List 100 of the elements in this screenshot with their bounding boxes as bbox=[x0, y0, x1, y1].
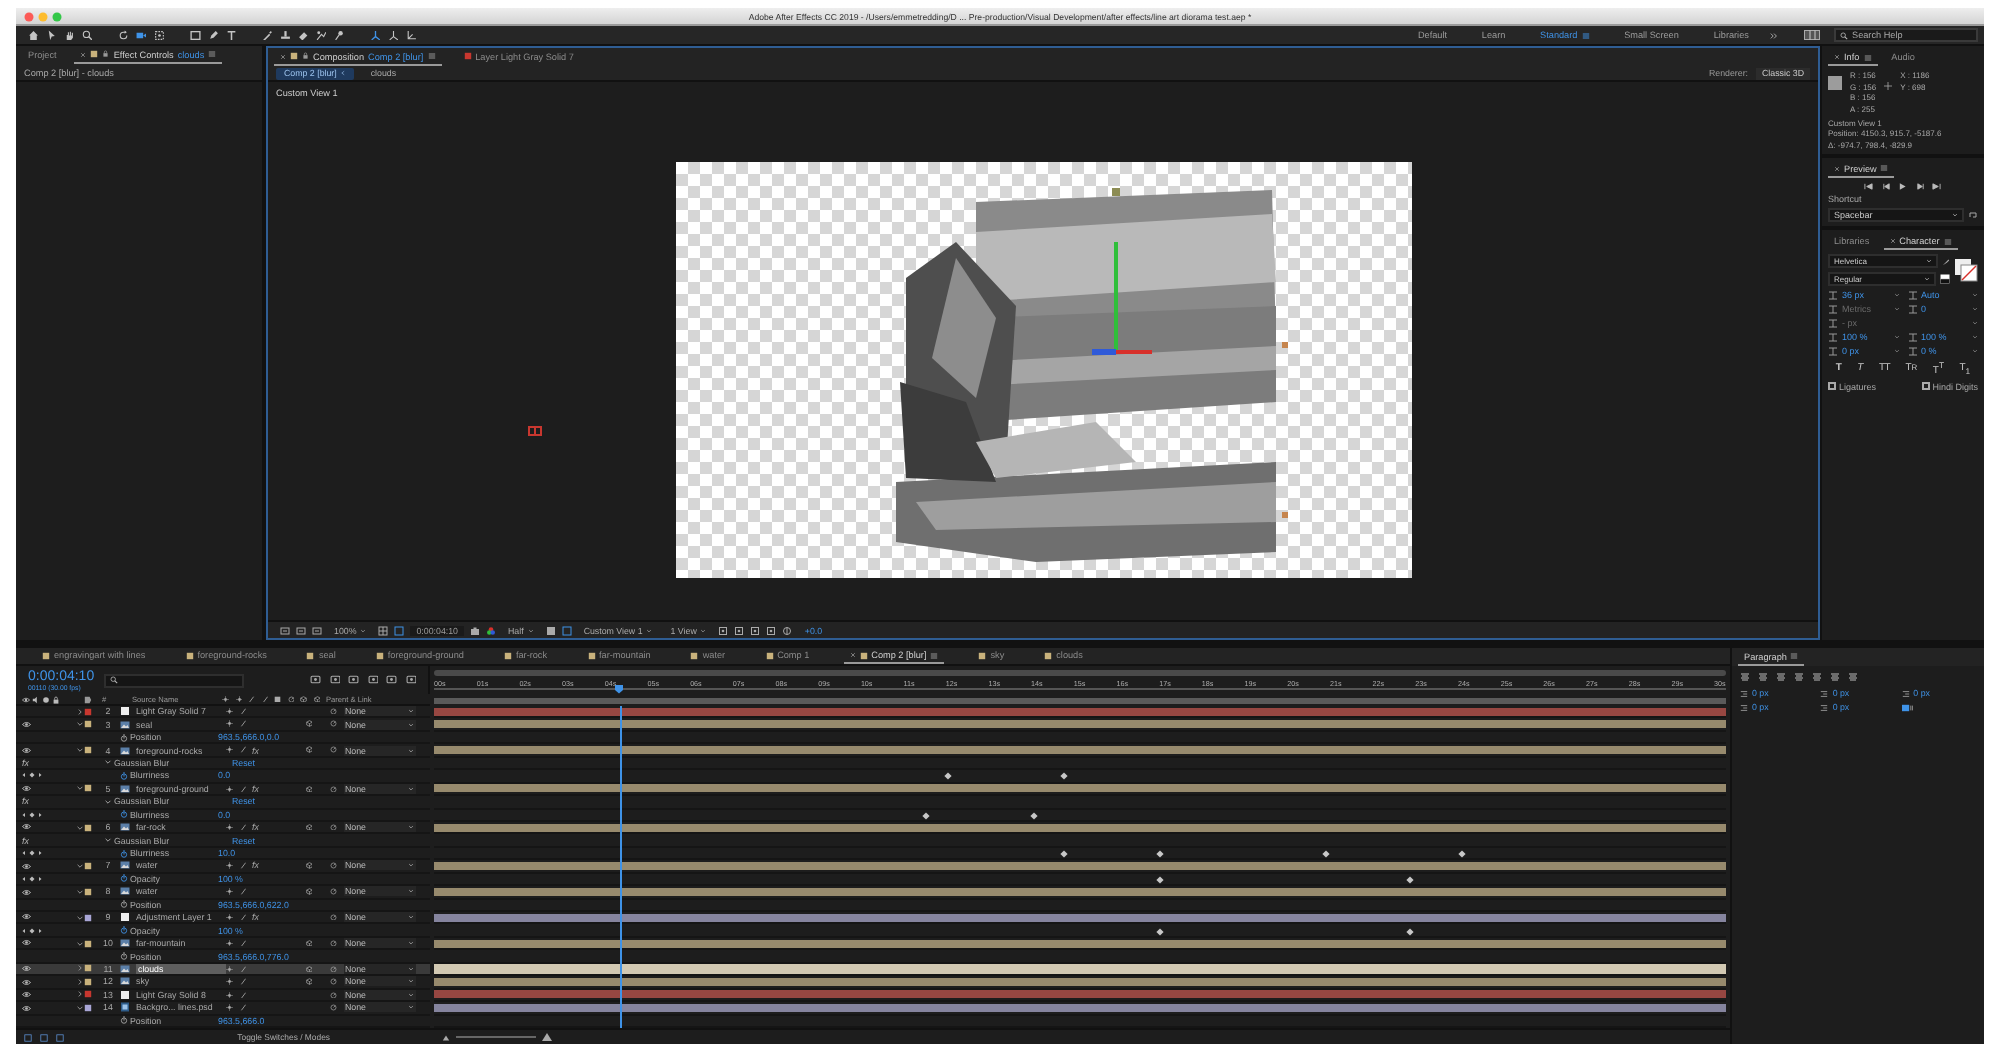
close-icon[interactable] bbox=[1834, 165, 1840, 171]
pick-whip-icon[interactable] bbox=[330, 978, 337, 986]
close-button[interactable] bbox=[24, 11, 34, 21]
quality-switch-icon[interactable] bbox=[239, 888, 246, 896]
eye-icon[interactable] bbox=[22, 784, 31, 794]
quality-switch-icon[interactable] bbox=[239, 939, 246, 947]
stopwatch-icon[interactable] bbox=[120, 810, 128, 819]
quality-switch-icon[interactable] bbox=[239, 785, 246, 793]
pan-behind-icon[interactable] bbox=[153, 29, 165, 41]
checkbox[interactable] bbox=[1921, 382, 1930, 391]
layer-duration-bar[interactable] bbox=[434, 861, 1726, 870]
keyframe-navigator-icon[interactable] bbox=[22, 873, 42, 884]
eye-icon[interactable] bbox=[22, 912, 31, 922]
align-icon[interactable] bbox=[1740, 672, 1750, 682]
eye-icon[interactable] bbox=[22, 977, 31, 987]
3d-layer-icon[interactable] bbox=[305, 823, 312, 831]
stamp-icon[interactable] bbox=[279, 29, 291, 41]
pick-whip-icon[interactable] bbox=[330, 720, 337, 728]
3d-layer-icon[interactable] bbox=[305, 862, 312, 870]
zoom-out-icon[interactable] bbox=[442, 1033, 450, 1041]
close-icon[interactable] bbox=[280, 53, 286, 59]
color-swatches-icon[interactable] bbox=[1954, 258, 1978, 282]
close-icon[interactable] bbox=[1889, 238, 1896, 244]
keyframe-navigator-icon[interactable] bbox=[22, 809, 42, 820]
direction-icon[interactable] bbox=[1901, 703, 1918, 711]
checkbox[interactable] bbox=[1828, 382, 1836, 391]
axis-icon[interactable] bbox=[405, 29, 417, 41]
keyframe-navigator-icon[interactable] bbox=[22, 770, 42, 781]
3d-layer-icon[interactable] bbox=[305, 978, 312, 986]
pick-whip-icon[interactable] bbox=[330, 746, 337, 754]
quality-switch-icon[interactable] bbox=[239, 823, 246, 831]
shy-switch-icon[interactable] bbox=[226, 823, 233, 831]
stopwatch-icon[interactable] bbox=[120, 952, 128, 961]
home-icon[interactable] bbox=[28, 29, 39, 41]
layer-duration-bar[interactable] bbox=[434, 887, 1726, 896]
align-icon[interactable] bbox=[1776, 672, 1786, 682]
pick-whip-icon[interactable] bbox=[330, 823, 337, 831]
eye-icon[interactable] bbox=[22, 990, 31, 1000]
pick-whip-icon[interactable] bbox=[330, 707, 337, 715]
shy-switch-icon[interactable] bbox=[226, 707, 233, 715]
axis-icon[interactable] bbox=[387, 29, 399, 41]
grid-icon[interactable] bbox=[378, 625, 389, 635]
fast-preview-icon[interactable] bbox=[561, 625, 572, 635]
pick-whip-icon[interactable] bbox=[330, 888, 337, 896]
eye-icon[interactable] bbox=[22, 822, 31, 832]
work-area-bar[interactable] bbox=[434, 697, 1726, 703]
stopwatch-icon[interactable] bbox=[120, 900, 128, 909]
first-frame-icon[interactable] bbox=[1864, 181, 1874, 190]
3d-layer-icon[interactable] bbox=[305, 785, 312, 793]
hand-icon[interactable] bbox=[63, 29, 75, 41]
pick-whip-icon[interactable] bbox=[330, 1004, 337, 1012]
next-frame-icon[interactable] bbox=[1915, 181, 1925, 190]
camera-icon[interactable] bbox=[135, 29, 147, 41]
shy-switch-icon[interactable] bbox=[226, 746, 233, 754]
shy-switch-icon[interactable] bbox=[226, 913, 233, 921]
comp-icon[interactable] bbox=[24, 1033, 32, 1041]
zoom-in-icon[interactable] bbox=[542, 1032, 552, 1042]
play-icon[interactable] bbox=[1898, 181, 1908, 190]
layer-duration-bar[interactable] bbox=[434, 990, 1726, 999]
brush-icon[interactable] bbox=[262, 29, 274, 41]
graph-icon[interactable] bbox=[56, 1033, 64, 1041]
align-icon[interactable] bbox=[1758, 672, 1768, 682]
stopwatch-icon[interactable] bbox=[120, 771, 128, 780]
stopwatch-icon[interactable] bbox=[120, 926, 128, 935]
quality-switch-icon[interactable] bbox=[239, 913, 246, 921]
pick-whip-icon[interactable] bbox=[330, 913, 337, 921]
quality-switch-icon[interactable] bbox=[239, 862, 246, 870]
pin-icon[interactable] bbox=[333, 29, 345, 41]
layer-duration-bar[interactable] bbox=[434, 939, 1726, 948]
3d-layer-icon[interactable] bbox=[305, 965, 312, 973]
close-icon[interactable] bbox=[1834, 54, 1840, 60]
keyframe-navigator-icon[interactable] bbox=[22, 848, 42, 859]
shy-switch-icon[interactable] bbox=[226, 965, 233, 973]
pick-whip-icon[interactable] bbox=[330, 862, 337, 870]
stopwatch-icon[interactable] bbox=[120, 733, 128, 742]
shy-switch-icon[interactable] bbox=[226, 939, 233, 947]
pick-whip-icon[interactable] bbox=[330, 939, 337, 947]
rectangle-icon[interactable] bbox=[190, 29, 202, 41]
eye-icon[interactable] bbox=[22, 745, 31, 755]
layer-duration-bar[interactable] bbox=[434, 707, 1726, 716]
stopwatch-icon[interactable] bbox=[120, 849, 128, 858]
transparency-icon[interactable] bbox=[545, 625, 556, 635]
layer-duration-bar[interactable] bbox=[434, 1003, 1726, 1012]
align-icon[interactable] bbox=[1848, 672, 1858, 682]
shy-switch-icon[interactable] bbox=[226, 1004, 233, 1012]
quality-switch-icon[interactable] bbox=[239, 746, 246, 754]
eye-icon[interactable] bbox=[22, 1003, 31, 1013]
layer-duration-bar[interactable] bbox=[434, 720, 1726, 729]
pick-whip-icon[interactable] bbox=[330, 991, 337, 999]
roto-brush-icon[interactable] bbox=[315, 29, 327, 41]
align-icon[interactable] bbox=[1794, 672, 1804, 682]
eye-icon[interactable] bbox=[22, 887, 31, 897]
shy-switch-icon[interactable] bbox=[226, 978, 233, 986]
3d-layer-icon[interactable] bbox=[305, 746, 312, 754]
previous-frame-icon[interactable] bbox=[1881, 181, 1891, 190]
align-icon[interactable] bbox=[1812, 672, 1822, 682]
keyframe-navigator-icon[interactable] bbox=[22, 925, 42, 936]
exposure-icon[interactable] bbox=[782, 625, 793, 635]
rotate-icon[interactable] bbox=[117, 29, 129, 41]
search-icon[interactable] bbox=[81, 29, 93, 41]
